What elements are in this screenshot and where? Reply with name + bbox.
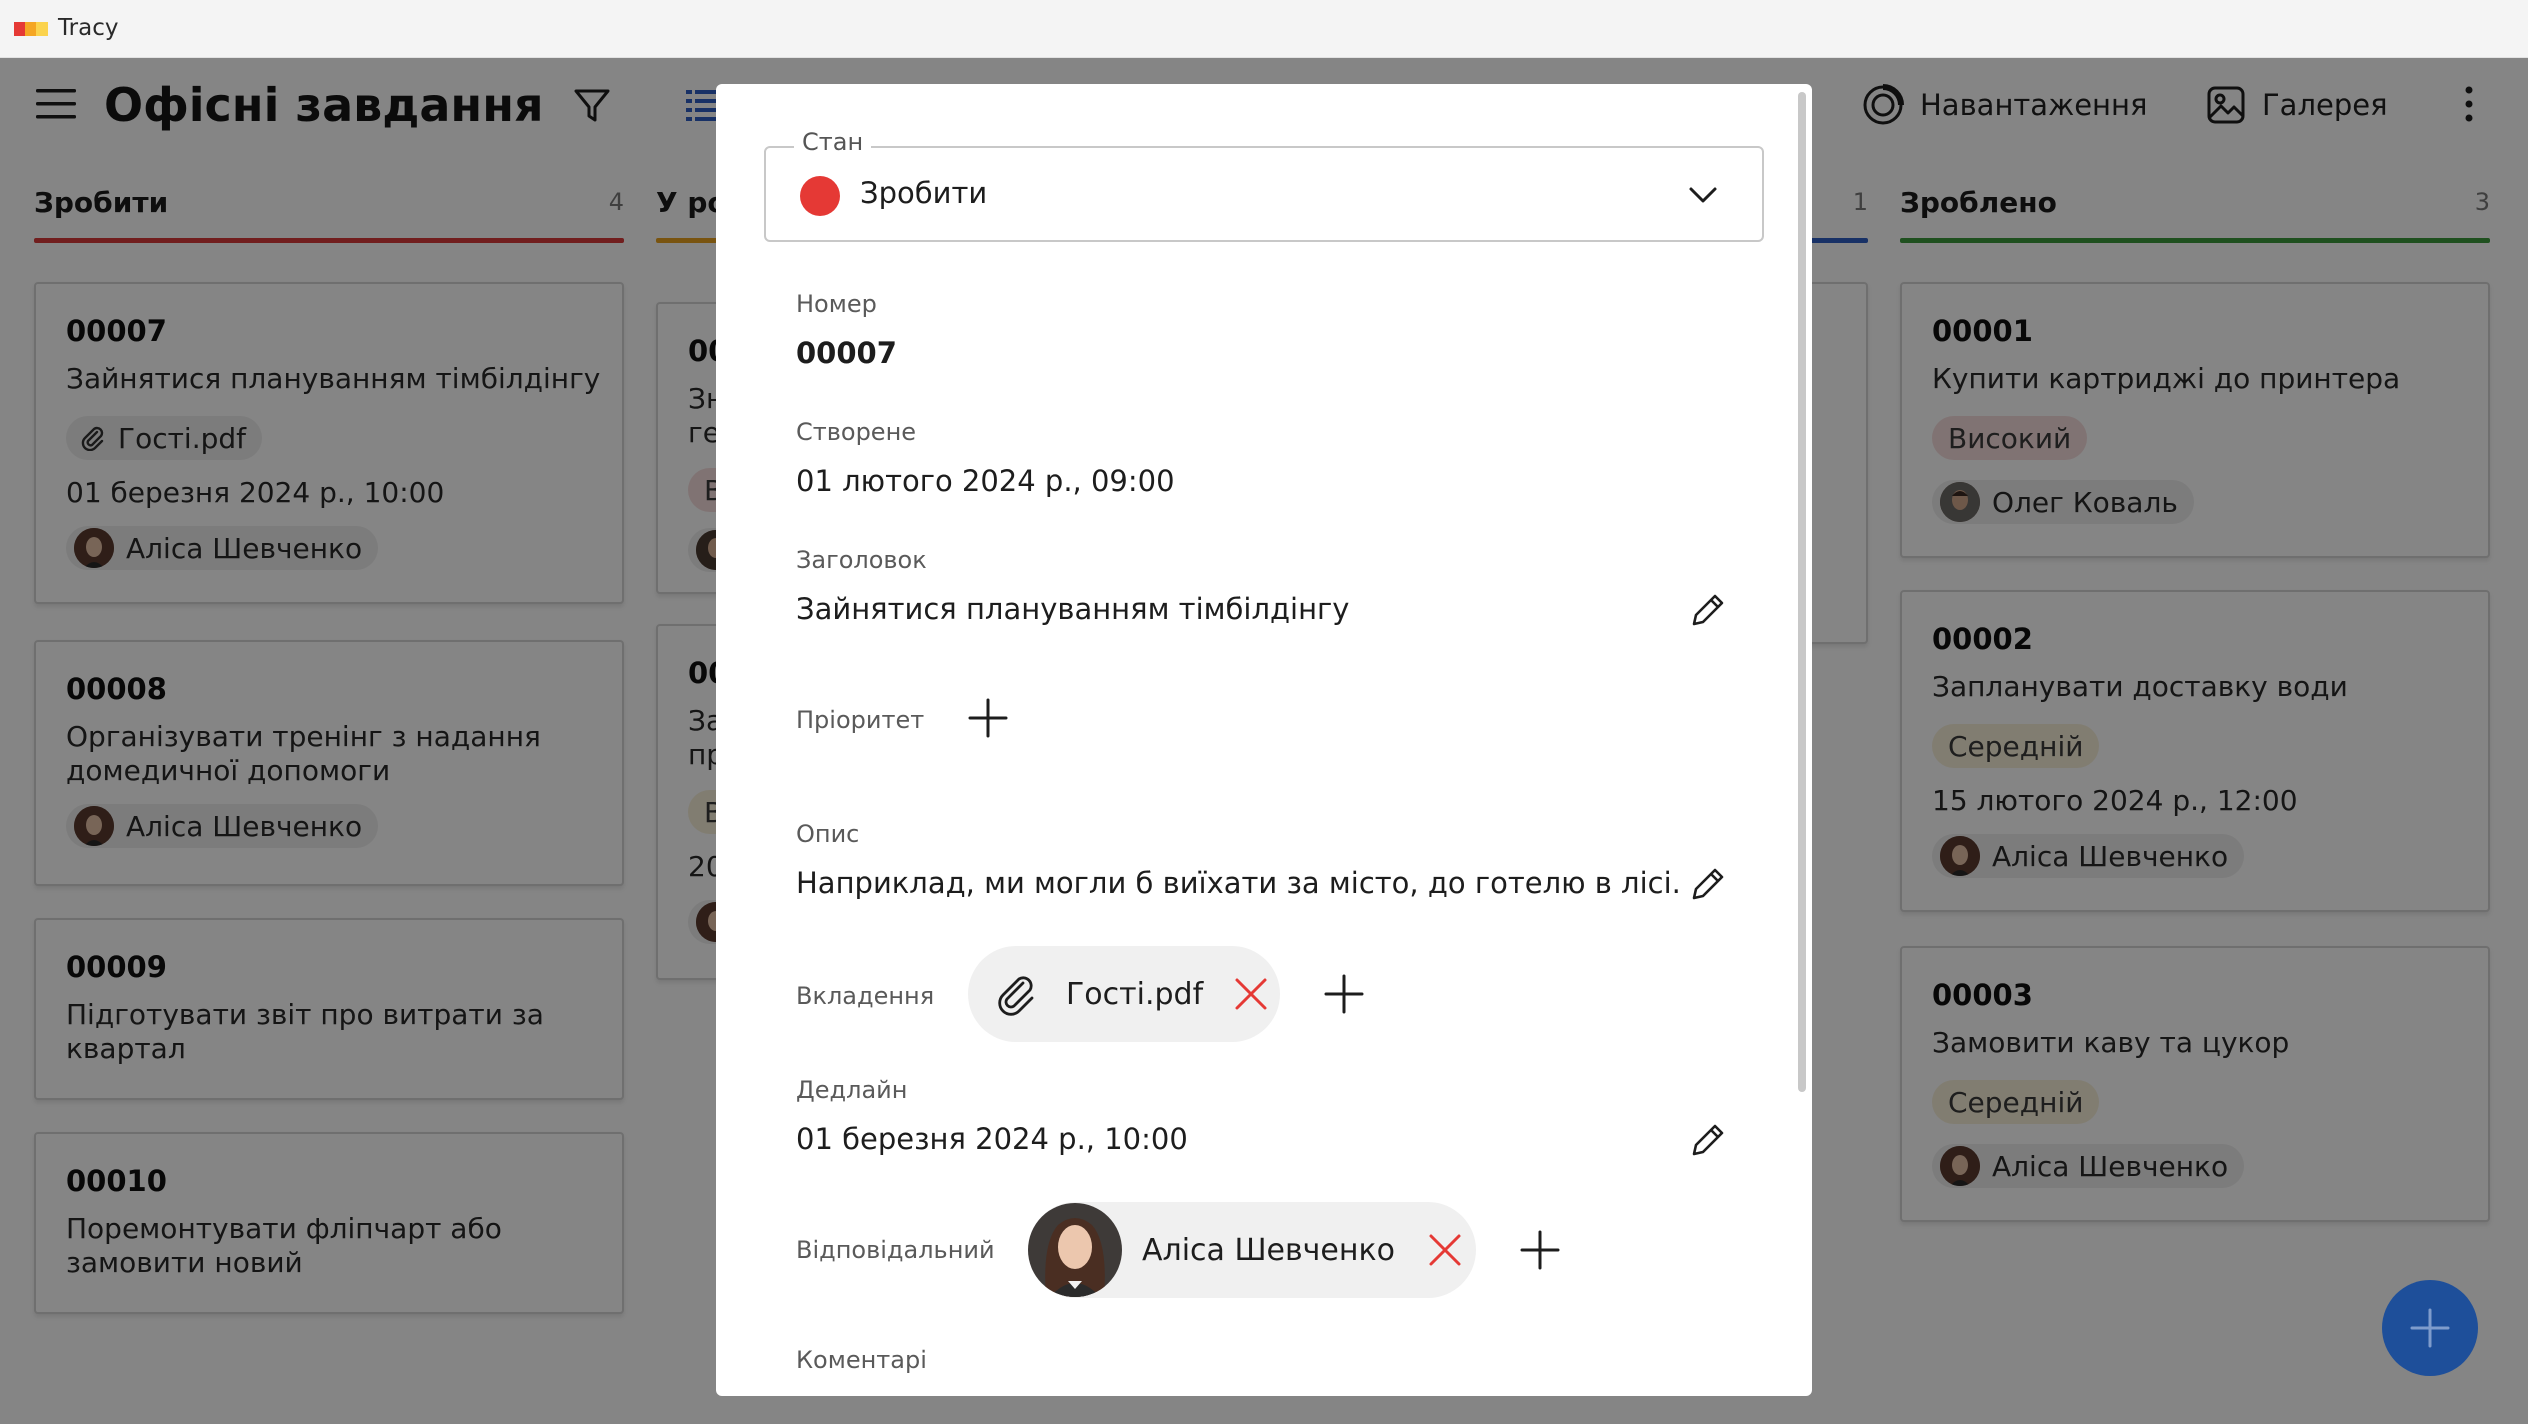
paperclip-icon — [998, 976, 1034, 1016]
description-label: Опис — [796, 820, 860, 848]
remove-attachment-icon[interactable] — [1231, 974, 1271, 1014]
attachment-name: Гості.pdf — [1066, 976, 1204, 1012]
number-value: 00007 — [796, 336, 897, 370]
window-title: Tracy — [58, 15, 119, 41]
state-value: Зробити — [860, 176, 988, 210]
attachments-label: Вкладення — [796, 982, 935, 1010]
assignee-pill[interactable]: Аліса Шевченко — [1028, 1202, 1476, 1298]
priority-label: Пріоритет — [796, 706, 925, 734]
state-select[interactable]: Зробити — [764, 146, 1764, 242]
avatar — [1028, 1203, 1122, 1297]
deadline-value: 01 березня 2024 р., 10:00 — [796, 1122, 1188, 1156]
add-assignee-icon[interactable] — [1518, 1228, 1562, 1272]
edit-title-icon[interactable] — [1686, 588, 1730, 632]
remove-assignee-icon[interactable] — [1425, 1230, 1465, 1270]
description-value: Наприклад, ми могли б виїхати за місто, … — [796, 866, 1681, 900]
state-color-dot — [800, 176, 840, 216]
created-label: Створене — [796, 418, 917, 446]
edit-description-icon[interactable] — [1686, 862, 1730, 906]
chevron-down-icon — [1689, 187, 1717, 203]
add-attachment-icon[interactable] — [1322, 972, 1366, 1016]
app-logo — [14, 22, 48, 36]
created-value: 01 лютого 2024 р., 09:00 — [796, 464, 1175, 498]
title-bar: Tracy — [0, 0, 2528, 58]
plus-icon — [2410, 1308, 2450, 1348]
task-detail-dialog: Зробити Стан Номер 00007 Створене 01 лют… — [716, 84, 1812, 1396]
dialog-scrollbar[interactable] — [1798, 92, 1806, 1092]
add-task-button[interactable] — [2382, 1280, 2478, 1376]
assignee-label: Відповідальний — [796, 1236, 995, 1264]
state-label: Стан — [794, 128, 872, 156]
title-label: Заголовок — [796, 546, 927, 574]
number-label: Номер — [796, 290, 877, 318]
add-priority-icon[interactable] — [966, 696, 1010, 740]
comments-label: Коментарі — [796, 1346, 927, 1374]
edit-deadline-icon[interactable] — [1686, 1118, 1730, 1162]
app-window: Tracy Офісні завдання Навантаження Галер… — [0, 0, 2528, 1424]
deadline-label: Дедлайн — [796, 1076, 908, 1104]
attachment-pill[interactable]: Гості.pdf — [968, 946, 1280, 1042]
assignee-name: Аліса Шевченко — [1142, 1232, 1395, 1268]
title-value: Зайнятися плануванням тімбілдінгу — [796, 592, 1350, 626]
